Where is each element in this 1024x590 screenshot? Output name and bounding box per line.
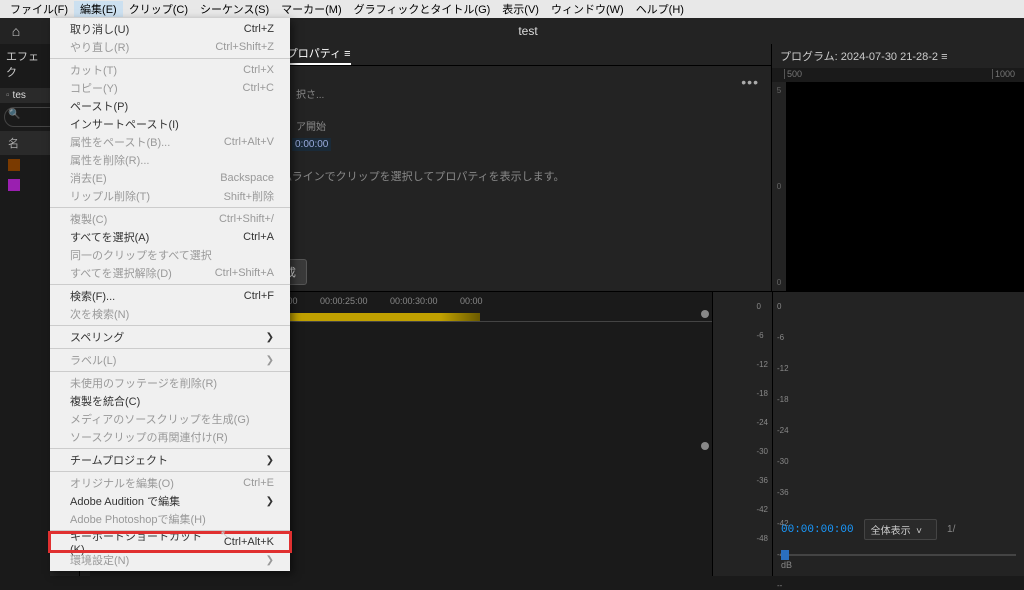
menu-7[interactable]: ウィンドウ(W): [545, 1, 630, 17]
col-start: ア開始: [296, 118, 326, 133]
col-hint: 択さ...: [296, 86, 324, 101]
menu-item[interactable]: すべてを選択(A)Ctrl+A: [50, 228, 290, 246]
effects-label[interactable]: エフェク: [0, 44, 50, 84]
col-name: 名: [8, 135, 19, 151]
menu-2[interactable]: クリップ(C): [123, 1, 194, 17]
menu-3[interactable]: シーケンス(S): [194, 1, 275, 17]
menu-item[interactable]: 取り消し(U)Ctrl+Z: [50, 20, 290, 38]
menu-item: リップル削除(T)Shift+削除: [50, 187, 290, 205]
audio-meter: 0-6-12-18-24-30-36-42-48: [712, 292, 772, 576]
menu-item: オリジナルを編集(O)Ctrl+E: [50, 474, 290, 492]
project-item-2[interactable]: [0, 175, 50, 195]
menubar: ファイル(F)編集(E)クリップ(C)シーケンス(S)マーカー(M)グラフィック…: [0, 0, 1024, 18]
program-ruler[interactable]: 500 1000: [772, 68, 1024, 82]
menu-item: メディアのソースクリップを生成(G): [50, 410, 290, 428]
program-header: プログラム: 2024-07-30 21-28-2 ≡: [772, 44, 1024, 68]
menu-4[interactable]: マーカー(M): [275, 1, 348, 17]
menu-item: 複製(C)Ctrl+Shift+/: [50, 210, 290, 228]
program-scrubber[interactable]: [781, 554, 1016, 556]
tab[interactable]: プロパティ ≡: [287, 45, 351, 65]
db-label: dB: [781, 560, 792, 570]
tc-cell: 0:00:00: [292, 138, 331, 151]
menu-item: 未使用のフッテージを削除(R): [50, 374, 290, 392]
program-view[interactable]: 500: [772, 82, 1024, 291]
menu-1[interactable]: 編集(E): [74, 1, 123, 17]
cursor-icon: ↖: [220, 528, 229, 541]
menu-item: すべてを選択解除(D)Ctrl+Shift+A: [50, 264, 290, 282]
more-icon[interactable]: •••: [741, 74, 759, 90]
menu-item[interactable]: インサートペースト(I): [50, 115, 290, 133]
program-controls: 0-6-12-18-24-30-36-42-48-- 00:00:00:00 全…: [772, 292, 1024, 576]
menu-item: Adobe Photoshopで編集(H): [50, 510, 290, 528]
fraction-label: 1/: [947, 524, 955, 535]
menu-item: 消去(E)Backspace: [50, 169, 290, 187]
edit-menu-dropdown: 取り消し(U)Ctrl+Zやり直し(R)Ctrl+Shift+Z カット(T)Ct…: [50, 18, 290, 571]
zoom-select[interactable]: 全体表示 ˅: [864, 519, 937, 540]
menu-item: ラベル(L)❯: [50, 351, 290, 369]
swatch-icon: [8, 179, 20, 191]
menu-6[interactable]: 表示(V): [496, 1, 545, 17]
menu-item[interactable]: ペースト(P): [50, 97, 290, 115]
home-icon[interactable]: ⌂: [0, 23, 32, 39]
menu-item: 属性をペースト(B)...Ctrl+Alt+V: [50, 133, 290, 151]
menu-item[interactable]: チームプロジェクト❯: [50, 451, 290, 469]
menu-item[interactable]: 複製を統合(C): [50, 392, 290, 410]
project-item-1[interactable]: [0, 155, 50, 175]
timeline-scrollbar-v[interactable]: [698, 322, 712, 576]
menu-item: コピー(Y)Ctrl+C: [50, 79, 290, 97]
menu-5[interactable]: グラフィックとタイトル(G): [348, 1, 497, 17]
effects-tab-strip: エフェク ▫ tes 名: [0, 44, 50, 576]
menu-item: カット(T)Ctrl+X: [50, 61, 290, 79]
menu-item[interactable]: 検索(F)...Ctrl+F: [50, 287, 290, 305]
project-tab[interactable]: ▫ tes: [0, 88, 50, 103]
menu-item[interactable]: キーボードショートカット(K)...Ctrl+Alt+K: [50, 533, 290, 551]
menu-0[interactable]: ファイル(F): [4, 1, 74, 17]
menu-item: 次を検索(N): [50, 305, 290, 323]
swatch-icon: [8, 159, 20, 171]
menu-item: やり直し(R)Ctrl+Shift+Z: [50, 38, 290, 56]
menu-8[interactable]: ヘルプ(H): [630, 1, 690, 17]
menu-item[interactable]: スペリング❯: [50, 328, 290, 346]
program-monitor: プログラム: 2024-07-30 21-28-2 ≡ 500 1000 500: [772, 44, 1024, 291]
menu-item: 同一のクリップをすべて選択: [50, 246, 290, 264]
program-timecode[interactable]: 00:00:00:00: [781, 524, 854, 536]
menu-item[interactable]: Adobe Audition で編集❯: [50, 492, 290, 510]
menu-item: ソースクリップの再関連付け(R): [50, 428, 290, 446]
folder-icon: ▫: [6, 90, 10, 101]
menu-item: 属性を削除(R)...: [50, 151, 290, 169]
